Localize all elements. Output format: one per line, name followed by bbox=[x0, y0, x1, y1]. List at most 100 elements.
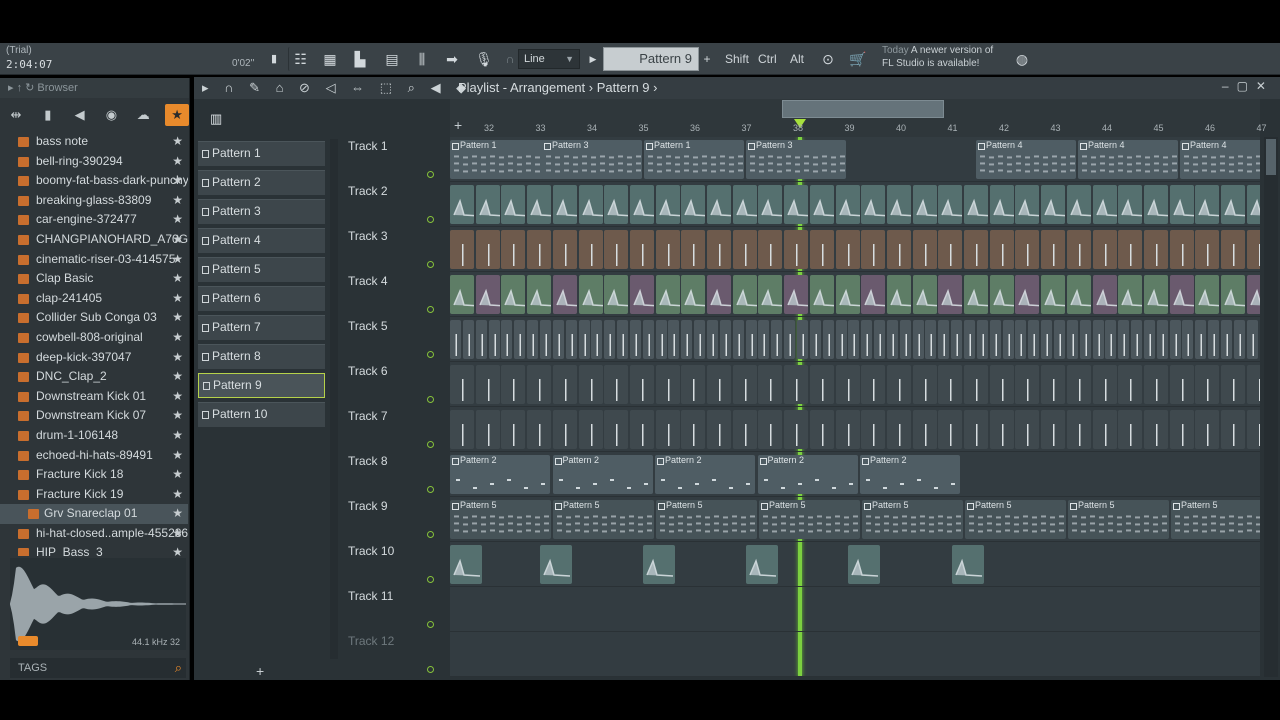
pattern-clip[interactable] bbox=[1041, 275, 1066, 314]
mixer-icon[interactable]: ⫼ bbox=[410, 47, 434, 71]
pattern-clip[interactable] bbox=[1066, 230, 1091, 269]
pattern-picker-item[interactable]: Pattern 9 bbox=[198, 373, 325, 398]
browser-file-item[interactable]: DNC_Clap_2 ★ bbox=[0, 367, 188, 387]
pattern-clip[interactable] bbox=[450, 275, 474, 314]
pattern-clip[interactable] bbox=[732, 410, 757, 449]
pattern-clip[interactable] bbox=[848, 545, 880, 584]
pattern-clip[interactable] bbox=[1208, 320, 1220, 359]
pattern-clip[interactable] bbox=[475, 185, 500, 224]
pattern-clip[interactable]: Pattern 5 bbox=[656, 500, 757, 539]
pattern-clip[interactable] bbox=[732, 275, 757, 314]
track-mute-led[interactable] bbox=[427, 216, 434, 223]
pattern-clip[interactable] bbox=[475, 365, 500, 404]
pattern-clip[interactable] bbox=[1143, 230, 1168, 269]
pattern-clip[interactable] bbox=[912, 320, 924, 359]
pattern-clip[interactable] bbox=[938, 275, 963, 314]
globe-icon[interactable]: ◉ bbox=[102, 107, 122, 123]
pattern-clip[interactable] bbox=[1002, 320, 1014, 359]
browser-file-item[interactable]: HIP_Bass_3 ★ bbox=[0, 543, 188, 556]
pattern-clip[interactable] bbox=[540, 545, 572, 584]
pattern-clip[interactable] bbox=[1118, 230, 1143, 269]
globe-icon[interactable]: ◍ bbox=[1010, 47, 1034, 71]
vertical-scrollbar[interactable] bbox=[1264, 137, 1278, 677]
pattern-clip[interactable] bbox=[1053, 320, 1065, 359]
pattern-clip[interactable] bbox=[938, 320, 950, 359]
pattern-clip[interactable] bbox=[462, 320, 474, 359]
pattern-clip[interactable] bbox=[1169, 185, 1194, 224]
preview-play-icon[interactable] bbox=[18, 636, 38, 646]
star-icon[interactable]: ★ bbox=[172, 504, 183, 524]
pattern-clip[interactable] bbox=[951, 320, 963, 359]
alt-key-button[interactable]: Alt bbox=[790, 49, 804, 69]
pattern-clip[interactable] bbox=[886, 185, 911, 224]
window-controls[interactable]: –▢✕ bbox=[1222, 79, 1274, 93]
pattern-clip[interactable] bbox=[809, 410, 834, 449]
star-icon[interactable]: ★ bbox=[172, 367, 183, 387]
track-lane[interactable] bbox=[450, 587, 1260, 632]
pattern-clip[interactable]: Pattern 2 bbox=[450, 455, 550, 494]
pattern-clip[interactable] bbox=[1118, 275, 1143, 314]
vertical-scroll-thumb[interactable] bbox=[1266, 139, 1276, 175]
pattern-clip[interactable] bbox=[1143, 365, 1168, 404]
pattern-clip[interactable] bbox=[886, 410, 911, 449]
pattern-clip[interactable] bbox=[450, 545, 482, 584]
pattern-clip[interactable] bbox=[1092, 365, 1117, 404]
pattern-clip[interactable] bbox=[539, 320, 551, 359]
pattern-clip[interactable] bbox=[1041, 365, 1066, 404]
pattern-clip[interactable]: Pattern 5 bbox=[862, 500, 963, 539]
star-icon[interactable]: ★ bbox=[172, 269, 183, 289]
pattern-clip[interactable] bbox=[450, 410, 474, 449]
pattern-clip[interactable] bbox=[565, 320, 577, 359]
pattern-clip[interactable] bbox=[732, 185, 757, 224]
pattern-clip[interactable] bbox=[629, 275, 654, 314]
pattern-clip[interactable] bbox=[1233, 320, 1245, 359]
star-icon[interactable]: ★ bbox=[172, 289, 183, 309]
pattern-clip[interactable] bbox=[1041, 410, 1066, 449]
pattern-clip[interactable] bbox=[989, 230, 1014, 269]
browser-file-item[interactable]: Downstream Kick 01 ★ bbox=[0, 387, 188, 407]
pattern-clip[interactable] bbox=[1246, 365, 1260, 404]
pattern-clip[interactable]: Pattern 5 bbox=[1068, 500, 1169, 539]
pattern-clip[interactable] bbox=[1015, 185, 1040, 224]
browser-file-item[interactable]: deep-kick-397047 ★ bbox=[0, 348, 188, 368]
pattern-clip[interactable] bbox=[809, 230, 834, 269]
pattern-clip[interactable] bbox=[938, 365, 963, 404]
pattern-clip[interactable] bbox=[835, 230, 860, 269]
pattern-clip[interactable] bbox=[643, 545, 675, 584]
pattern-clip[interactable] bbox=[758, 230, 783, 269]
pattern-clip[interactable] bbox=[629, 365, 654, 404]
pattern-clip[interactable] bbox=[552, 320, 564, 359]
browser-file-item[interactable]: breaking-glass-83809 ★ bbox=[0, 191, 188, 211]
pattern-clip[interactable] bbox=[552, 230, 577, 269]
star-icon[interactable]: ★ bbox=[172, 348, 183, 368]
pattern-clip[interactable] bbox=[822, 320, 834, 359]
pattern-clip[interactable] bbox=[488, 320, 500, 359]
pattern-clip[interactable] bbox=[809, 365, 834, 404]
pattern-clip[interactable] bbox=[784, 365, 809, 404]
pattern-clip[interactable]: Pattern 1 bbox=[644, 140, 744, 179]
pattern-clip[interactable] bbox=[1195, 230, 1220, 269]
pattern-clip[interactable] bbox=[1066, 365, 1091, 404]
track-lane[interactable]: Pattern 2 Pattern 2 Pattern 2 Pattern 2 Patt… bbox=[450, 452, 1260, 497]
add-marker-icon[interactable]: + bbox=[454, 117, 462, 133]
pattern-clip[interactable] bbox=[655, 365, 680, 404]
pattern-prev-icon[interactable]: ▶ bbox=[586, 47, 600, 71]
pattern-clip[interactable] bbox=[835, 320, 847, 359]
pattern-clip[interactable] bbox=[450, 320, 461, 359]
pattern-clip[interactable]: Pattern 2 bbox=[860, 455, 960, 494]
pattern-clip[interactable] bbox=[1066, 185, 1091, 224]
pattern-clip[interactable] bbox=[450, 185, 474, 224]
browser-file-item[interactable]: bell-ring-390294 ★ bbox=[0, 152, 188, 172]
pattern-clip[interactable] bbox=[655, 410, 680, 449]
pattern-clip[interactable] bbox=[1015, 410, 1040, 449]
browser-file-item[interactable]: Downstream Kick 07 ★ bbox=[0, 406, 188, 426]
pattern-clip[interactable] bbox=[899, 320, 911, 359]
pattern-clip[interactable] bbox=[475, 410, 500, 449]
pattern-clip[interactable] bbox=[591, 320, 603, 359]
channel-rack-icon[interactable]: ▦ bbox=[318, 47, 342, 71]
pattern-clip[interactable] bbox=[809, 320, 821, 359]
star-icon[interactable]: ★ bbox=[172, 152, 183, 172]
sample-waveform[interactable]: 44.1 kHz 32 bbox=[10, 558, 186, 650]
pattern-clip[interactable] bbox=[758, 185, 783, 224]
pattern-clip[interactable] bbox=[604, 275, 629, 314]
